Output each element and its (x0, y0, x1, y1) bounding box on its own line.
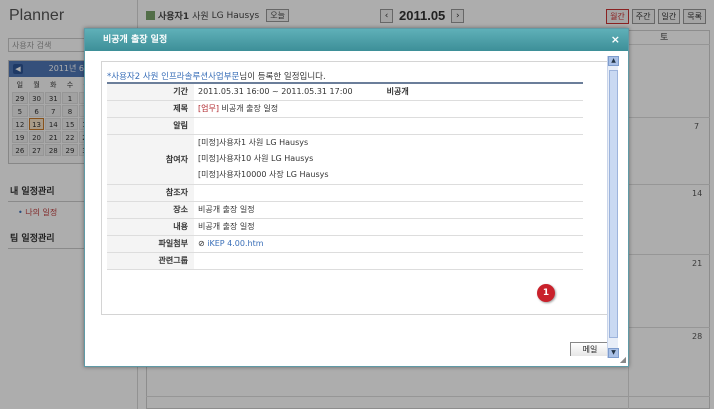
cc-label: 참조자 (107, 184, 194, 202)
participant-item: [미정]사용자1 사원 LG Hausys (198, 138, 309, 147)
schedule-detail-dialog: 비공개 출장 일정 × *사용자2 사원 인프라솔루션사업부문님이 등록한 일정… (84, 28, 629, 367)
participants-label: 참여자 (107, 134, 194, 185)
alarm-value (194, 117, 583, 135)
table-row: 참여자 [미정]사용자1 사원 LG Hausys [미정]사용자10 사원 L… (107, 134, 583, 185)
scroll-thumb[interactable] (609, 70, 618, 338)
registrant-notice: *사용자2 사원 인프라솔루션사업부문님이 등록한 일정입니다. (107, 72, 326, 82)
participant-item: [미정]사용자10 사원 LG Hausys (198, 154, 314, 163)
table-row: 참조자 (107, 184, 583, 202)
resize-grip-icon[interactable]: ◢ (620, 355, 626, 364)
dialog-body: *사용자2 사원 인프라솔루션사업부문님이 등록한 일정입니다. 기간 2011… (91, 56, 613, 356)
period-label: 기간 (107, 83, 194, 101)
dialog-title-bar: 비공개 출장 일정 × (85, 29, 628, 51)
close-icon[interactable]: × (611, 29, 620, 51)
category-tag: [업무] (198, 104, 219, 113)
visibility-value: 비공개 (386, 87, 409, 97)
related-group-value (194, 252, 583, 270)
participants-value: [미정]사용자1 사원 LG Hausys [미정]사용자10 사원 LG Ha… (194, 134, 583, 185)
scroll-up-icon[interactable]: ▲ (608, 56, 619, 66)
schedule-detail-table: 기간 2011.05.31 16:00 ~ 2011.05.31 17:00 비공… (107, 82, 583, 270)
attachment-label: 파일첨부 (107, 235, 194, 253)
table-row: 기간 2011.05.31 16:00 ~ 2011.05.31 17:00 비공… (107, 83, 583, 101)
related-group-label: 관련그룹 (107, 252, 194, 270)
table-row: 알림 (107, 117, 583, 135)
table-row: 제목 [업무] 비공개 출장 일정 (107, 100, 583, 118)
attachment-link[interactable]: iKEP 4.00.htm (207, 239, 263, 248)
step-number-badge: 1 (537, 284, 555, 302)
participant-item: [미정]사용자10000 사장 LG Hausys (198, 170, 329, 179)
alarm-label: 알림 (107, 117, 194, 135)
content-value: 비공개 출장 일정 (194, 218, 583, 236)
attachment-icon: ⊘ (198, 239, 208, 248)
mail-button[interactable]: 메일 (570, 342, 610, 356)
place-value: 비공개 출장 일정 (194, 201, 583, 219)
place-label: 장소 (107, 201, 194, 219)
content-label: 내용 (107, 218, 194, 236)
table-row: 관련그룹 (107, 252, 583, 270)
cc-value (194, 184, 583, 202)
subject-label: 제목 (107, 100, 194, 118)
table-row: 장소 비공개 출장 일정 (107, 201, 583, 219)
table-row: 파일첨부 ⊘ iKEP 4.00.htm (107, 235, 583, 253)
scroll-down-icon[interactable]: ▼ (608, 348, 619, 358)
table-row: 내용 비공개 출장 일정 (107, 218, 583, 236)
period-value: 2011.05.31 16:00 ~ 2011.05.31 17:00 비공개 (194, 83, 583, 101)
dialog-scrollbar[interactable]: ▲ ▼ (607, 56, 619, 358)
subject-value: [업무] 비공개 출장 일정 (194, 100, 583, 118)
attachment-value: ⊘ iKEP 4.00.htm (194, 235, 583, 253)
